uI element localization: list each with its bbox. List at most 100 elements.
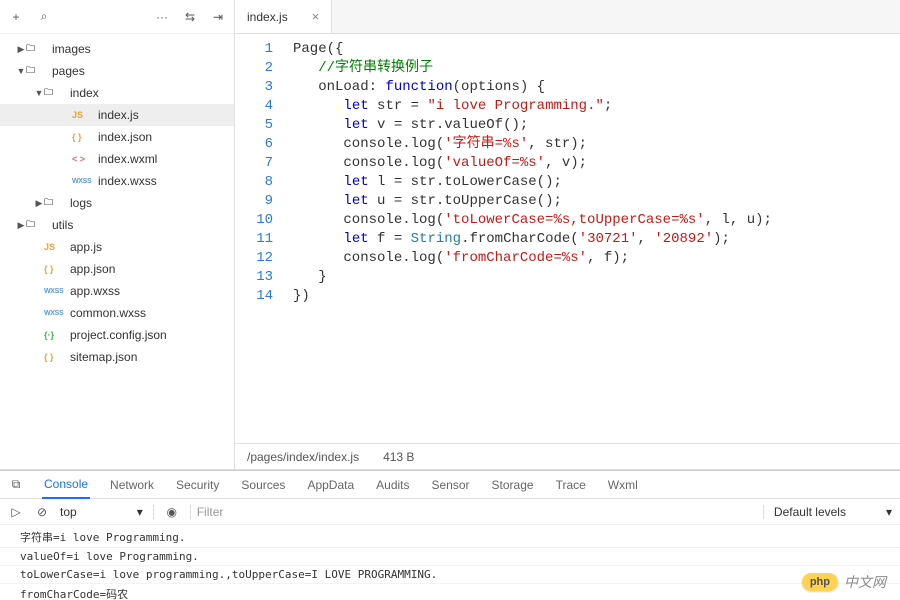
devtools-tab-network[interactable]: Network xyxy=(108,472,156,498)
code-content[interactable]: Page({ //字符串转换例子 onLoad: function(option… xyxy=(283,34,900,443)
devtools-tab-storage[interactable]: Storage xyxy=(490,472,536,498)
log-levels-selector[interactable]: Default levels ▾ xyxy=(763,505,892,519)
explorer-toolbar: + ⌕ ··· ⇆ ⇥ xyxy=(0,0,234,34)
file-item[interactable]: WXSSindex.wxss xyxy=(0,170,234,192)
editor-tab[interactable]: index.js × xyxy=(235,0,332,33)
folder-icon: 🗀 xyxy=(44,195,70,211)
code-line: let l = str.toLowerCase(); xyxy=(293,173,900,192)
code-line: let u = str.toUpperCase(); xyxy=(293,192,900,211)
close-icon[interactable]: × xyxy=(312,9,320,24)
chevron-right-icon[interactable]: ▶ xyxy=(16,220,26,231)
line-number: 2 xyxy=(235,59,273,78)
context-selector[interactable]: top ▾ xyxy=(60,505,154,519)
line-number: 11 xyxy=(235,230,273,249)
file-tree[interactable]: ▶🗀images▼🗀pages▼🗀indexJSindex.js{ }index… xyxy=(0,34,234,469)
folder-item[interactable]: ▶🗀images xyxy=(0,38,234,60)
chevron-down-icon[interactable]: ▼ xyxy=(16,66,26,76)
chevron-down-icon: ▾ xyxy=(137,505,143,519)
file-label: index.js xyxy=(98,108,139,122)
chevron-right-icon[interactable]: ▶ xyxy=(16,44,26,55)
file-label: index.json xyxy=(98,130,152,144)
devtools-tab-sensor[interactable]: Sensor xyxy=(430,472,472,498)
console-output[interactable]: 字符串=i love Programming.valueOf=i love Pr… xyxy=(0,525,900,600)
inspect-icon[interactable]: ⧉ xyxy=(8,477,24,493)
file-label: app.js xyxy=(70,240,102,254)
file-label: logs xyxy=(70,196,92,210)
devtools-tab-sources[interactable]: Sources xyxy=(239,472,287,498)
file-explorer: + ⌕ ··· ⇆ ⇥ ▶🗀images▼🗀pages▼🗀indexJSinde… xyxy=(0,0,235,469)
folder-item[interactable]: ▼🗀pages xyxy=(0,60,234,82)
code-line: console.log('valueOf=%s', v); xyxy=(293,154,900,173)
folder-icon: 🗀 xyxy=(26,41,52,57)
devtools-tab-audits[interactable]: Audits xyxy=(374,472,411,498)
folder-item[interactable]: ▶🗀logs xyxy=(0,192,234,214)
line-number: 1 xyxy=(235,40,273,59)
wxss-icon: WXSS xyxy=(44,310,70,317)
folder-icon: 🗀 xyxy=(26,217,52,233)
file-label: utils xyxy=(52,218,73,232)
file-item[interactable]: JSapp.js xyxy=(0,236,234,258)
console-line: toLowerCase=i love programming.,toUpperC… xyxy=(0,566,900,584)
chevron-right-icon[interactable]: ▶ xyxy=(34,198,44,209)
file-item[interactable]: {·}project.config.json xyxy=(0,324,234,346)
file-label: pages xyxy=(52,64,85,78)
devtools-tab-trace[interactable]: Trace xyxy=(554,472,588,498)
code-line: Page({ xyxy=(293,40,900,59)
file-item[interactable]: { }app.json xyxy=(0,258,234,280)
file-item[interactable]: JSindex.js xyxy=(0,104,234,126)
filter-input[interactable]: Filter xyxy=(190,505,753,519)
play-icon[interactable]: ▷ xyxy=(8,504,24,520)
eye-icon[interactable]: ◉ xyxy=(164,504,180,520)
status-size: 413 B xyxy=(383,450,414,464)
file-label: app.wxss xyxy=(70,284,120,298)
line-number: 6 xyxy=(235,135,273,154)
devtools-tab-wxml[interactable]: Wxml xyxy=(606,472,640,498)
file-label: index xyxy=(70,86,99,100)
line-number: 12 xyxy=(235,249,273,268)
devtools-tab-appdata[interactable]: AppData xyxy=(305,472,356,498)
editor-pane: index.js × 1234567891011121314 Page({ //… xyxy=(235,0,900,469)
clear-icon[interactable]: ⊘ xyxy=(34,504,50,520)
code-area[interactable]: 1234567891011121314 Page({ //字符串转换例子 onL… xyxy=(235,34,900,443)
new-file-icon[interactable]: + xyxy=(8,9,24,25)
search-icon[interactable]: ⌕ xyxy=(36,9,52,25)
devtools-tab-console[interactable]: Console xyxy=(42,471,90,499)
file-label: index.wxml xyxy=(98,152,157,166)
json-icon: { } xyxy=(44,264,70,274)
line-number: 8 xyxy=(235,173,273,192)
settings-icon[interactable]: ⇆ xyxy=(182,9,198,25)
code-line: console.log('fromCharCode=%s', f); xyxy=(293,249,900,268)
chevron-down-icon[interactable]: ▼ xyxy=(34,88,44,98)
file-item[interactable]: < >index.wxml xyxy=(0,148,234,170)
line-number: 13 xyxy=(235,268,273,287)
code-line: console.log('字符串=%s', str); xyxy=(293,135,900,154)
code-line: //字符串转换例子 xyxy=(293,59,900,78)
more-icon[interactable]: ··· xyxy=(154,9,170,25)
line-number: 3 xyxy=(235,78,273,97)
wxss-icon: WXSS xyxy=(72,178,98,185)
file-label: project.config.json xyxy=(70,328,167,342)
console-line: fromCharCode=码农 xyxy=(0,584,900,600)
folder-item[interactable]: ▶🗀utils xyxy=(0,214,234,236)
file-item[interactable]: WXSSapp.wxss xyxy=(0,280,234,302)
folder-icon: 🗀 xyxy=(26,63,52,79)
editor-tabbar: index.js × xyxy=(235,0,900,34)
devtools-tab-security[interactable]: Security xyxy=(174,472,221,498)
config-icon: {·} xyxy=(44,330,70,340)
line-number: 4 xyxy=(235,97,273,116)
folder-item[interactable]: ▼🗀index xyxy=(0,82,234,104)
file-label: common.wxss xyxy=(70,306,146,320)
wxss-icon: WXSS xyxy=(44,288,70,295)
json-icon: { } xyxy=(72,132,98,142)
code-line: let str = "i love Programming."; xyxy=(293,97,900,116)
file-item[interactable]: { }sitemap.json xyxy=(0,346,234,368)
code-line: let v = str.valueOf(); xyxy=(293,116,900,135)
levels-label: Default levels xyxy=(774,505,846,519)
file-item[interactable]: WXSScommon.wxss xyxy=(0,302,234,324)
line-number: 14 xyxy=(235,287,273,306)
status-path: /pages/index/index.js xyxy=(247,450,359,464)
file-item[interactable]: { }index.json xyxy=(0,126,234,148)
folder-icon: 🗀 xyxy=(44,85,70,101)
collapse-icon[interactable]: ⇥ xyxy=(210,9,226,25)
wxml-icon: < > xyxy=(72,154,98,164)
